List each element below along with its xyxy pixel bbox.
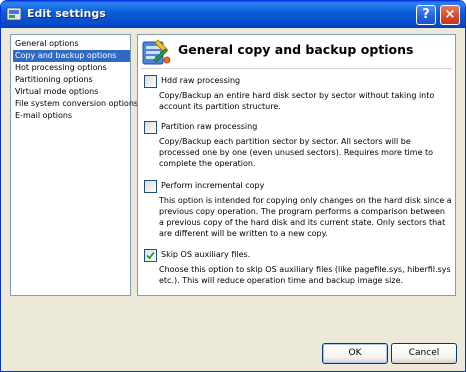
- settings-category-list[interactable]: General options Copy and backup options …: [10, 34, 138, 296]
- partition-raw-processing-checkbox[interactable]: [144, 121, 157, 134]
- nav-item-general-options[interactable]: General options: [13, 38, 130, 50]
- skip-os-auxiliary-files-checkbox[interactable]: [144, 249, 157, 262]
- incremental-copy-description: This option is intended for copying only…: [159, 196, 452, 238]
- hdd-raw-processing-label[interactable]: Hdd raw processing: [161, 76, 240, 85]
- settings-tools-icon: [142, 39, 171, 65]
- title-bar[interactable]: Edit settings ? ×: [1, 1, 465, 28]
- options-panel: General copy and backup options Hdd raw …: [137, 34, 456, 296]
- window-title: Edit settings: [27, 7, 106, 20]
- close-button[interactable]: ×: [440, 5, 460, 25]
- nav-item-email-options[interactable]: E-mail options: [13, 110, 130, 122]
- nav-item-partitioning-options[interactable]: Partitioning options: [13, 74, 130, 86]
- edit-settings-dialog: Edit settings ? × General options Copy a…: [0, 0, 466, 372]
- hdd-raw-processing-description: Copy/Backup an entire hard disk sector b…: [159, 91, 435, 111]
- skip-os-auxiliary-files-description: Choose this option to skip OS auxiliary …: [159, 265, 451, 285]
- checkmark-icon: [146, 251, 155, 260]
- nav-item-copy-and-backup-options[interactable]: Copy and backup options: [13, 50, 130, 62]
- ok-button[interactable]: OK: [322, 343, 388, 364]
- incremental-copy-label[interactable]: Perform incremental copy: [161, 181, 264, 190]
- nav-item-hot-processing-options[interactable]: Hot processing options: [13, 62, 130, 74]
- options-header-title: General copy and backup options: [178, 42, 414, 57]
- nav-item-file-system-conversion-options[interactable]: File system conversion options: [13, 98, 138, 110]
- partition-raw-processing-label[interactable]: Partition raw processing: [161, 122, 257, 131]
- incremental-copy-checkbox[interactable]: [144, 180, 157, 193]
- header-divider: [141, 68, 452, 69]
- skip-os-auxiliary-files-label[interactable]: Skip OS auxiliary files.: [161, 250, 250, 259]
- app-icon: [6, 7, 22, 21]
- nav-item-virtual-mode-options[interactable]: Virtual mode options: [13, 86, 130, 98]
- cancel-button[interactable]: Cancel: [391, 343, 457, 364]
- hdd-raw-processing-checkbox[interactable]: [144, 75, 157, 88]
- help-button[interactable]: ?: [416, 5, 436, 25]
- partition-raw-processing-description: Copy/Backup each partition sector by sec…: [159, 137, 434, 168]
